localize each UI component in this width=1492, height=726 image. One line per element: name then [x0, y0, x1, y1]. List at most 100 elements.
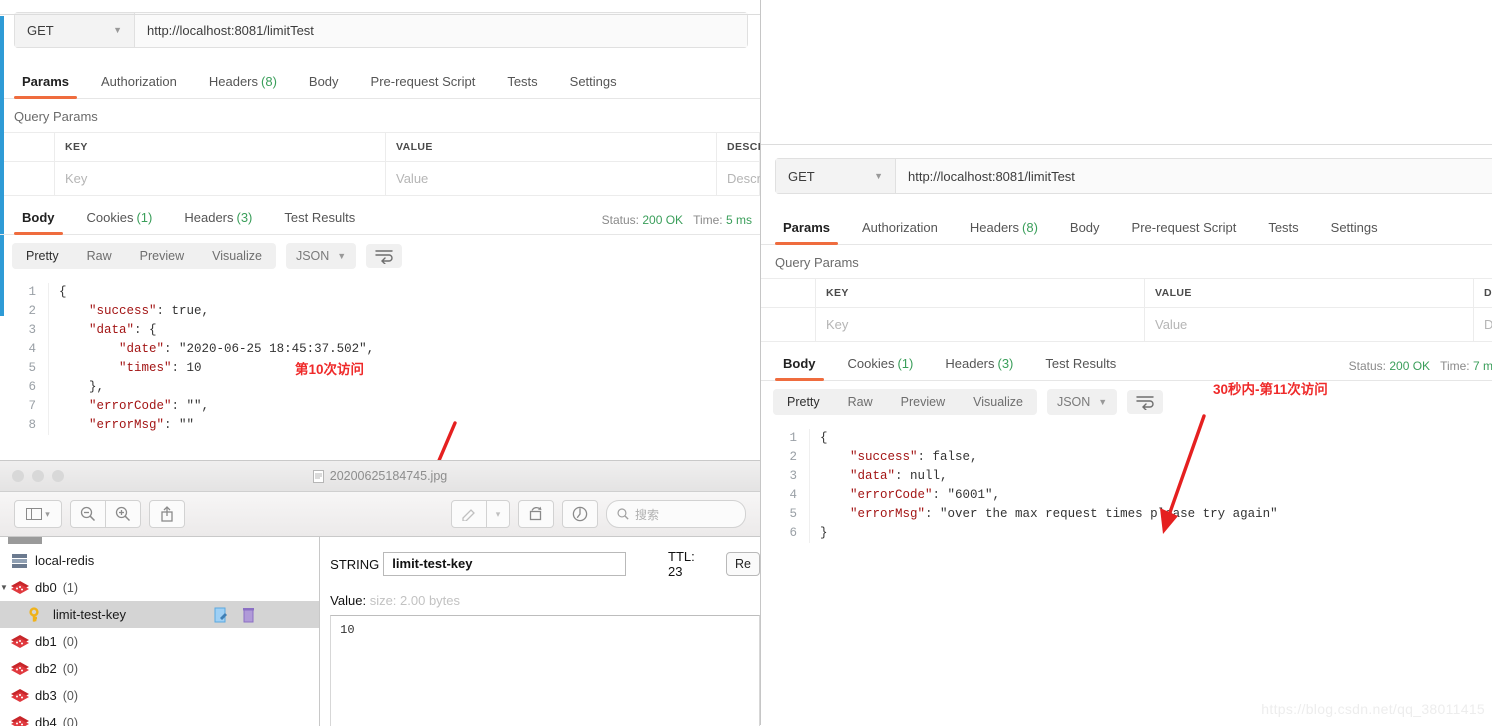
rotate-icon [528, 506, 544, 522]
zoom-in-button[interactable] [105, 500, 141, 528]
tab-headers[interactable]: Headers(8) [954, 211, 1054, 244]
key-icon [28, 607, 48, 623]
table-row: Key Value Description [761, 308, 1492, 342]
response-tab-headers[interactable]: Headers(3) [929, 347, 1029, 380]
tab-params[interactable]: Params [6, 65, 85, 98]
response-tab-bar: BodyCookies(1)Headers(3)Test Results Sta… [761, 348, 1492, 381]
url-input[interactable]: http://localhost:8081/limitTest [135, 13, 747, 47]
search-input[interactable]: 搜索 [606, 500, 746, 528]
line-number: 5 [761, 505, 797, 524]
param-description-input[interactable]: Description [1474, 308, 1492, 342]
zoom-in-icon [115, 506, 131, 522]
markup-button[interactable] [451, 500, 487, 528]
redis-db-item[interactable]: db3(0) [0, 682, 319, 709]
param-key-input[interactable]: Key [816, 308, 1145, 342]
tab-authorization[interactable]: Authorization [85, 65, 193, 98]
left-postman-window: GET ▼ http://localhost:8081/limitTest Pa… [0, 0, 760, 470]
wrap-lines-button[interactable] [1127, 390, 1163, 414]
markup-tool-button[interactable] [562, 500, 598, 528]
redis-connection-item[interactable]: local-redis [0, 547, 319, 574]
response-tab-body[interactable]: Body [6, 201, 71, 234]
view-mode-raw[interactable]: Raw [73, 243, 126, 269]
redis-reload-button[interactable]: Re [726, 552, 760, 576]
param-value-input[interactable]: Value [386, 162, 717, 196]
value-size-text: size: 2.00 bytes [370, 593, 460, 608]
view-mode-preview[interactable]: Preview [887, 389, 959, 415]
format-selector[interactable]: JSON ▼ [1047, 389, 1117, 415]
http-method-selector[interactable]: GET ▼ [776, 159, 896, 193]
delete-key-icon[interactable] [242, 607, 255, 623]
http-method-selector[interactable]: GET ▼ [15, 13, 135, 47]
window-gray-header [761, 0, 1492, 144]
tab-label: Params [22, 74, 69, 89]
response-tab-test-results[interactable]: Test Results [1029, 347, 1132, 380]
sidebar-toggle-button[interactable]: ▾ [14, 500, 62, 528]
format-selector[interactable]: JSON ▼ [286, 243, 356, 269]
redis-db-item[interactable]: db2(0) [0, 655, 319, 682]
tab-body[interactable]: Body [1054, 211, 1116, 244]
query-params-label: Query Params [761, 245, 1492, 278]
redis-db-icon [10, 688, 30, 704]
status-value: 200 OK [642, 213, 683, 227]
redis-key-name-input[interactable]: limit-test-key [383, 552, 626, 576]
line-numbers: 12345678 [0, 283, 48, 435]
tab-tests[interactable]: Tests [491, 65, 553, 98]
rotate-button[interactable] [518, 500, 554, 528]
tab-tests[interactable]: Tests [1252, 211, 1314, 244]
response-tab-cookies[interactable]: Cookies(1) [832, 347, 930, 380]
redis-db-item[interactable]: ▼db0(1) [0, 574, 319, 601]
maximize-icon[interactable] [52, 470, 64, 482]
tab-label: Cookies [87, 210, 134, 225]
tab-settings[interactable]: Settings [554, 65, 633, 98]
close-icon[interactable] [12, 470, 24, 482]
tab-params[interactable]: Params [767, 211, 846, 244]
view-mode-visualize[interactable]: Visualize [198, 243, 276, 269]
redis-value-textarea[interactable]: 10 [330, 615, 760, 726]
line-number: 7 [0, 397, 36, 416]
row-checkbox-cell[interactable] [761, 308, 816, 342]
url-input[interactable]: http://localhost:8081/limitTest [896, 159, 1492, 193]
column-header-value: VALUE [1145, 279, 1474, 308]
view-mode-pretty[interactable]: Pretty [773, 389, 834, 415]
response-tab-headers[interactable]: Headers(3) [168, 201, 268, 234]
markup-dropdown-button[interactable]: ▾ [486, 500, 510, 528]
redis-db-item[interactable]: db4(0) [0, 709, 319, 726]
tab-settings[interactable]: Settings [1315, 211, 1394, 244]
response-tab-cookies[interactable]: Cookies(1) [71, 201, 169, 234]
param-key-input[interactable]: Key [55, 162, 386, 196]
window-traffic-lights[interactable] [12, 470, 64, 482]
column-header-key: KEY [55, 133, 386, 162]
share-button[interactable] [149, 500, 185, 528]
view-mode-pretty[interactable]: Pretty [12, 243, 73, 269]
tab-pre-request-script[interactable]: Pre-request Script [355, 65, 492, 98]
edit-key-icon[interactable] [214, 607, 228, 623]
tab-body[interactable]: Body [293, 65, 355, 98]
code-line: "success": true, [59, 302, 760, 321]
minimize-icon[interactable] [32, 470, 44, 482]
view-mode-visualize[interactable]: Visualize [959, 389, 1037, 415]
redis-key-item[interactable]: limit-test-key [0, 601, 319, 628]
view-mode-preview[interactable]: Preview [126, 243, 198, 269]
param-description-input[interactable]: Description [717, 162, 760, 196]
response-tab-test-results[interactable]: Test Results [268, 201, 371, 234]
zoom-out-button[interactable] [70, 500, 106, 528]
wrap-lines-button[interactable] [366, 244, 402, 268]
tab-pre-request-script[interactable]: Pre-request Script [1116, 211, 1253, 244]
line-number: 4 [761, 486, 797, 505]
tab-authorization[interactable]: Authorization [846, 211, 954, 244]
response-body-code[interactable]: 12345678 { "success": true, "data": { "d… [0, 277, 760, 435]
document-icon [313, 470, 324, 483]
response-body-code[interactable]: 123456 { "success": false, "data": null,… [761, 423, 1492, 543]
query-params-table: KEY VALUE DESCRIPTION Key Value Descript… [761, 278, 1492, 342]
code-line: "date": "2020-06-25 18:45:37.502", [59, 340, 760, 359]
preview-title-text: 20200625184745.jpg [330, 469, 447, 483]
tab-label: Pre-request Script [1132, 220, 1237, 235]
param-value-input[interactable]: Value [1145, 308, 1474, 342]
response-tab-body[interactable]: Body [767, 347, 832, 380]
view-mode-raw[interactable]: Raw [834, 389, 887, 415]
row-checkbox-cell[interactable] [0, 162, 55, 196]
expand-triangle-icon[interactable]: ▼ [0, 583, 8, 592]
redis-db-item[interactable]: db1(0) [0, 628, 319, 655]
tab-headers[interactable]: Headers(8) [193, 65, 293, 98]
redis-db-label: db1 [35, 634, 57, 649]
